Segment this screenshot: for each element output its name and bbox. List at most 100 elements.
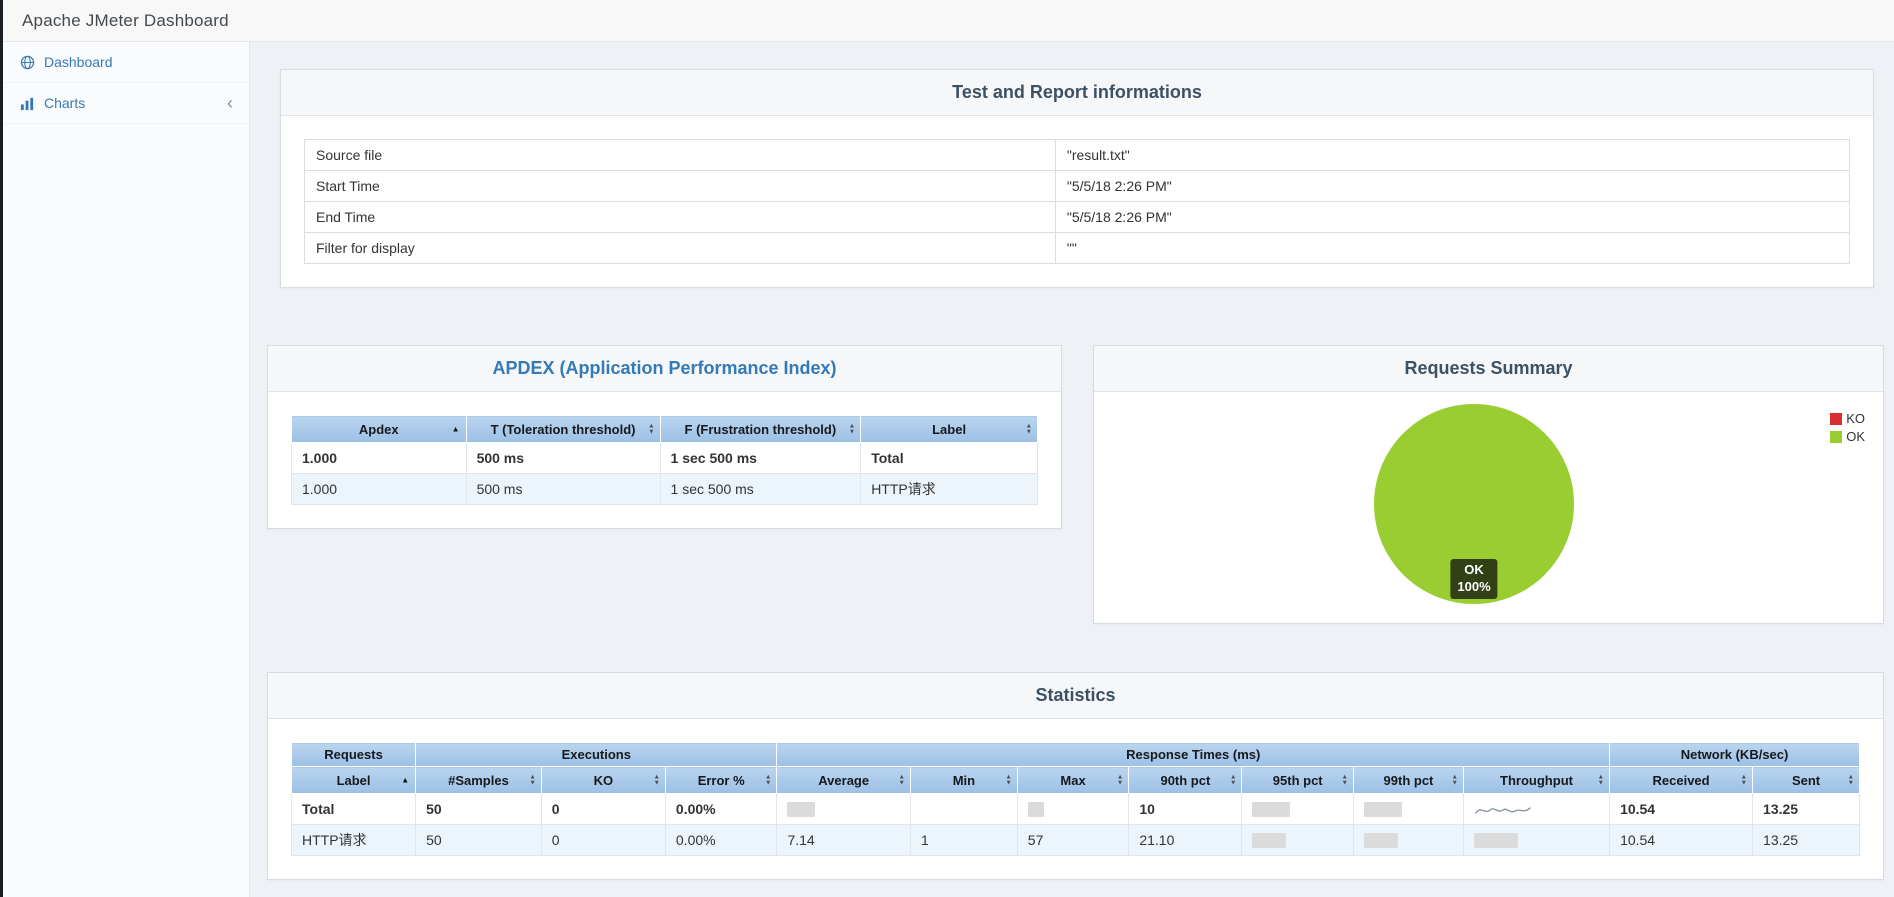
apdex-cell: 1 sec 500 ms: [659, 442, 862, 474]
statistics-group-header: Response Times (ms): [776, 742, 1611, 767]
chevron-left-icon[interactable]: ‹: [227, 94, 233, 112]
summary-card-header: Requests Summary: [1094, 346, 1883, 392]
sort-icon: ▲ ▼: [1025, 422, 1032, 435]
statistics-cell: [1462, 793, 1611, 825]
column-header-label: 99th pct: [1383, 772, 1434, 788]
info-row: End Time "5/5/18 2:26 PM": [304, 201, 1851, 233]
statistics-row: Total 50 0 0.00% 10 10.54 13.25: [290, 793, 1860, 825]
statistics-cell: 0: [540, 793, 666, 825]
apdex-cell: 1 sec 500 ms: [659, 473, 862, 505]
info-row: Filter for display "": [304, 232, 1851, 264]
info-row-label: End Time: [304, 201, 1056, 233]
sort-icon: ▲ ▼: [1451, 773, 1458, 786]
statistics-column-header[interactable]: 99th pct ▲ ▼: [1352, 766, 1464, 794]
statistics-column-header[interactable]: Label ▲: [290, 766, 417, 794]
apdex-card-title: APDEX (Application Performance Index): [492, 358, 837, 378]
statistics-cell: 10.54: [1609, 824, 1754, 856]
statistics-column-header[interactable]: Min ▲ ▼: [909, 766, 1018, 794]
column-header-label: Received: [1652, 772, 1710, 788]
column-header-label: T (Toleration threshold): [490, 421, 636, 437]
info-card-title: Test and Report informations: [952, 82, 1202, 102]
statistics-cell: 10.54: [1609, 793, 1754, 825]
column-header-label: Min: [952, 772, 976, 788]
column-header-label: Sent: [1791, 772, 1821, 788]
sidebar-item-charts[interactable]: Charts ‹: [0, 83, 249, 124]
statistics-cell: Total: [290, 793, 417, 825]
apdex-card: APDEX (Application Performance Index) Ap…: [267, 345, 1062, 529]
ok-color-swatch: [1830, 430, 1843, 443]
statistics-column-header[interactable]: #Samples ▲ ▼: [415, 766, 542, 794]
statistics-column-header[interactable]: Average ▲ ▼: [776, 766, 911, 794]
column-header-label: Average: [818, 772, 870, 788]
apdex-cell: Total: [860, 442, 1038, 474]
test-report-info-card: Test and Report informations Source file…: [280, 69, 1874, 288]
legend-label: KO: [1846, 411, 1865, 426]
sort-asc-icon: ▲: [451, 424, 460, 434]
statistics-column-header[interactable]: 90th pct ▲ ▼: [1128, 766, 1243, 794]
apdex-cell: HTTP请求: [860, 473, 1038, 505]
app-title: Apache JMeter Dashboard: [22, 10, 229, 30]
apdex-column-header[interactable]: Apdex ▲: [291, 415, 467, 443]
statistics-cell: 1: [909, 824, 1018, 856]
column-header-label: #Samples: [448, 772, 509, 788]
sort-icon: ▲ ▼: [529, 773, 536, 786]
window-left-edge: [0, 0, 3, 897]
sort-icon: ▲ ▼: [1116, 773, 1124, 786]
sidebar-item-dashboard[interactable]: Dashboard: [0, 42, 249, 83]
statistics-cell: [1241, 793, 1354, 825]
column-header-label: Apdex: [358, 421, 399, 437]
statistics-cell: 7.14: [776, 824, 911, 856]
statistics-column-header[interactable]: Throughput ▲ ▼: [1462, 766, 1611, 794]
scribble-mark: [1475, 806, 1531, 814]
column-header-label: Error %: [697, 772, 745, 788]
pie-slice-label: OK 100%: [1450, 559, 1498, 599]
statistics-cell: 0.00%: [664, 793, 778, 825]
statistics-card: Statistics Requests Executions Response Ti…: [267, 672, 1884, 880]
statistics-group-header: Executions: [415, 742, 778, 767]
legend-item: OK: [1830, 429, 1865, 444]
sort-icon: ▲ ▼: [848, 422, 856, 435]
sort-icon: ▲ ▼: [1597, 773, 1605, 786]
statistics-card-body: Requests Executions Response Times (ms) Net…: [268, 719, 1883, 879]
sidebar: Dashboard Charts ‹: [0, 42, 250, 897]
apdex-column-header[interactable]: T (Toleration threshold) ▲ ▼: [465, 415, 661, 443]
statistics-column-header[interactable]: Sent ▲ ▼: [1752, 766, 1860, 794]
pie-legend: KO OK: [1830, 411, 1865, 447]
statistics-column-header[interactable]: Received ▲ ▼: [1609, 766, 1754, 794]
summary-card-body: KO OK OK 100%: [1094, 392, 1883, 623]
statistics-cell: HTTP请求: [290, 824, 417, 856]
ko-color-swatch: [1830, 412, 1843, 425]
sort-icon: ▲ ▼: [653, 773, 660, 786]
info-card-header: Test and Report informations: [281, 70, 1873, 116]
info-row: Source file "result.txt": [304, 139, 1851, 171]
middle-row: APDEX (Application Performance Index) Ap…: [267, 345, 1884, 624]
apdex-row: 1.000 500 ms 1 sec 500 ms HTTP请求: [291, 473, 1038, 505]
statistics-column-header[interactable]: Error % ▲ ▼: [664, 766, 778, 794]
apdex-table: Apdex ▲ T (Toleration threshold) ▲ ▼ F (Frust…: [291, 415, 1038, 505]
sort-icon: ▲ ▼: [1847, 773, 1854, 786]
legend-label: OK: [1846, 429, 1865, 444]
column-header-label: Max: [1060, 772, 1086, 788]
apdex-card-body: Apdex ▲ T (Toleration threshold) ▲ ▼ F (Frust…: [268, 392, 1061, 528]
sort-icon: ▲ ▼: [1341, 773, 1348, 786]
apdex-column-header[interactable]: Label ▲ ▼: [860, 415, 1038, 443]
statistics-column-header[interactable]: 95th pct ▲ ▼: [1241, 766, 1354, 794]
redacted-value: [1363, 802, 1402, 818]
requests-summary-card: Requests Summary KO OK OK 100%: [1093, 345, 1884, 624]
statistics-column-header[interactable]: Max ▲ ▼: [1016, 766, 1130, 794]
statistics-cell: [1241, 824, 1354, 856]
statistics-cell: 57: [1016, 824, 1130, 856]
info-card-body: Source file "result.txt" Start Time "5/5/18…: [281, 116, 1873, 287]
sort-icon: ▲ ▼: [1005, 773, 1012, 786]
info-row-label: Source file: [304, 139, 1056, 171]
statistics-column-header[interactable]: KO ▲ ▼: [540, 766, 666, 794]
apdex-column-header[interactable]: F (Frustration threshold) ▲ ▼: [659, 415, 862, 443]
column-header-label: 95th pct: [1272, 772, 1323, 788]
redacted-value: [787, 802, 816, 818]
statistics-table: Requests Executions Response Times (ms) Net…: [290, 742, 1860, 856]
summary-card-title: Requests Summary: [1404, 358, 1573, 378]
statistics-cell: 13.25: [1752, 824, 1860, 856]
sort-icon: ▲ ▼: [765, 773, 772, 786]
apdex-cell: 500 ms: [465, 473, 661, 505]
column-header-label: F (Frustration threshold): [684, 421, 837, 437]
